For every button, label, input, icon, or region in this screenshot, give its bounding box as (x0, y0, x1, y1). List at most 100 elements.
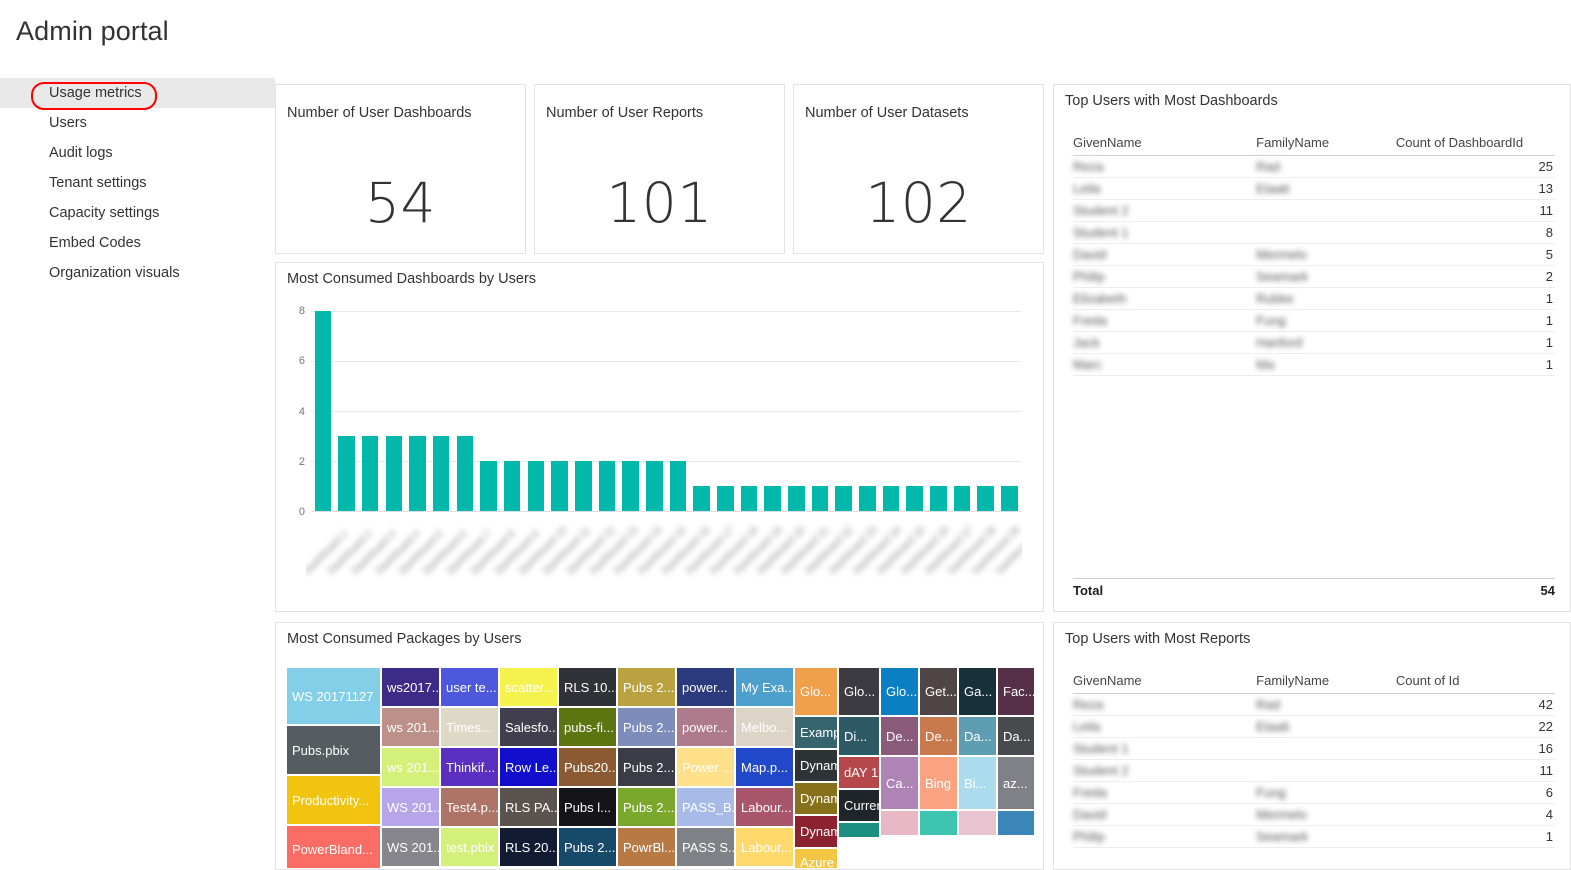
sidebar-item-embed-codes[interactable]: Embed Codes (0, 228, 275, 258)
treemap-tile[interactable]: De... (881, 717, 918, 755)
treemap-tile[interactable]: Dynami... (795, 783, 837, 814)
bar[interactable] (811, 486, 829, 511)
table-row[interactable]: Jack Hanford 1 (1073, 331, 1555, 354)
treemap-tile[interactable]: Row Le... (500, 748, 557, 786)
column-header[interactable]: FamilyName (1256, 673, 1396, 694)
treemap-tile[interactable]: test.pbix (441, 828, 498, 866)
treemap-tile[interactable]: RLS PA... (500, 788, 557, 826)
table-row[interactable]: Reza Rad 42 (1073, 693, 1555, 716)
table-row[interactable]: Student 1 16 (1073, 737, 1555, 760)
treemap-tile[interactable]: ws 201... (382, 708, 439, 746)
bar[interactable] (906, 486, 923, 511)
treemap-tile[interactable]: Map.p... (736, 748, 793, 786)
bar-slot[interactable] (737, 311, 761, 511)
treemap-tile[interactable]: Thinkif... (441, 748, 498, 786)
table-row[interactable]: Leila Etaati 22 (1073, 715, 1555, 738)
bar[interactable] (432, 436, 450, 511)
treemap-tile[interactable]: az... (998, 757, 1034, 809)
bar-slot[interactable] (903, 311, 927, 511)
top-users-most-reports-card[interactable]: Top Users with Most Reports GivenName Fam… (1053, 622, 1571, 870)
treemap-tile[interactable]: pubs-fi... (559, 708, 616, 746)
treemap-tile[interactable]: Current... (839, 790, 879, 821)
treemap-tile[interactable]: Azure ... (795, 849, 837, 868)
column-header[interactable]: Count of Id (1395, 673, 1555, 694)
bar-slot[interactable] (855, 311, 879, 511)
treemap-tile[interactable]: WS 201... (382, 828, 439, 866)
bar[interactable] (764, 486, 781, 511)
bar[interactable] (740, 486, 758, 511)
table-row[interactable]: Philip Seamark 1 (1073, 825, 1555, 848)
treemap-tile[interactable]: Melbo... (736, 708, 793, 746)
bar[interactable] (456, 436, 474, 511)
column-header[interactable]: GivenName (1073, 673, 1257, 694)
treemap-tile[interactable]: My Exa... (736, 668, 793, 706)
bar[interactable] (527, 461, 545, 511)
bar[interactable] (385, 436, 403, 511)
treemap-tile[interactable]: ws2017... (382, 668, 439, 706)
treemap-tile[interactable]: RLS 20... (500, 828, 557, 866)
bar-slot[interactable] (997, 311, 1021, 511)
bar-slot[interactable] (571, 311, 595, 511)
bar[interactable] (882, 486, 900, 511)
treemap-tile[interactable] (839, 823, 879, 837)
bar[interactable] (622, 461, 639, 511)
bar-slot[interactable] (311, 311, 335, 511)
treemap-tile[interactable]: PASS S... (677, 828, 734, 866)
treemap-tile[interactable]: Exampl... (795, 717, 837, 748)
bar-slot[interactable] (358, 311, 382, 511)
treemap-tile[interactable] (959, 811, 996, 835)
treemap-tile[interactable]: Bing (920, 757, 957, 809)
bar-slot[interactable] (477, 311, 501, 511)
table-row[interactable]: Student 2 11 (1073, 199, 1555, 222)
table-row[interactable]: Student 1 8 (1073, 221, 1555, 244)
table-row[interactable]: Reza Rad 25 (1073, 155, 1555, 178)
bar[interactable] (787, 486, 805, 511)
bar-slot[interactable] (879, 311, 903, 511)
treemap-tile[interactable]: Glo... (839, 668, 879, 715)
bar[interactable] (693, 486, 710, 511)
bar[interactable] (338, 436, 355, 511)
bar-slot[interactable] (500, 311, 524, 511)
treemap-tile[interactable]: PowerBland... (287, 826, 380, 868)
bar[interactable] (835, 486, 852, 511)
treemap-tile[interactable]: PASS_B... (677, 788, 734, 826)
bar-slot[interactable] (713, 311, 737, 511)
bar-slot[interactable] (666, 311, 690, 511)
treemap-tile[interactable]: Labour... (736, 828, 793, 866)
bar-slot[interactable] (453, 311, 477, 511)
treemap-tile[interactable]: Pubs 2... (559, 828, 616, 866)
bar-slot[interactable] (808, 311, 832, 511)
treemap-tile[interactable]: Pubs 2... (618, 788, 675, 826)
bar-slot[interactable] (832, 311, 856, 511)
treemap-tile[interactable]: dAY 1 R... (839, 757, 879, 788)
treemap-tile[interactable]: Ca... (881, 757, 918, 809)
bar-slot[interactable] (642, 311, 666, 511)
treemap-tile[interactable]: Get... (920, 668, 957, 715)
bar[interactable] (598, 461, 616, 511)
bar-slot[interactable] (524, 311, 548, 511)
bar[interactable] (716, 486, 734, 511)
treemap-tile[interactable]: Times... (441, 708, 498, 746)
bar-slot[interactable] (784, 311, 808, 511)
treemap-tile[interactable]: Productivity... (287, 776, 380, 824)
bar-slot[interactable] (761, 311, 785, 511)
bar-slot[interactable] (619, 311, 643, 511)
treemap-tile[interactable]: WS 201... (382, 788, 439, 826)
bar[interactable] (977, 486, 994, 511)
kpi-card-user-datasets[interactable]: Number of User Datasets 102 (793, 84, 1044, 254)
treemap-tile[interactable]: Labour... (736, 788, 793, 826)
kpi-card-user-dashboards[interactable]: Number of User Dashboards 54 (275, 84, 526, 254)
sidebar-item-users[interactable]: Users (0, 108, 275, 138)
bar-slot[interactable] (950, 311, 974, 511)
column-header[interactable]: FamilyName (1256, 135, 1396, 156)
table-row[interactable]: Leila Etaati 13 (1073, 177, 1555, 200)
treemap-tile[interactable]: PowrBl... (618, 828, 675, 866)
treemap-tile[interactable]: power... (677, 668, 734, 706)
treemap-tile[interactable]: scatter... (500, 668, 557, 706)
bar[interactable] (480, 461, 497, 511)
bar-slot[interactable] (429, 311, 453, 511)
treemap-tile[interactable]: Ga... (959, 668, 996, 715)
bar[interactable] (953, 486, 971, 511)
most-consumed-dashboards-chart-card[interactable]: Most Consumed Dashboards by Users 02468 … (275, 262, 1044, 612)
treemap-tile[interactable]: De... (920, 717, 957, 755)
